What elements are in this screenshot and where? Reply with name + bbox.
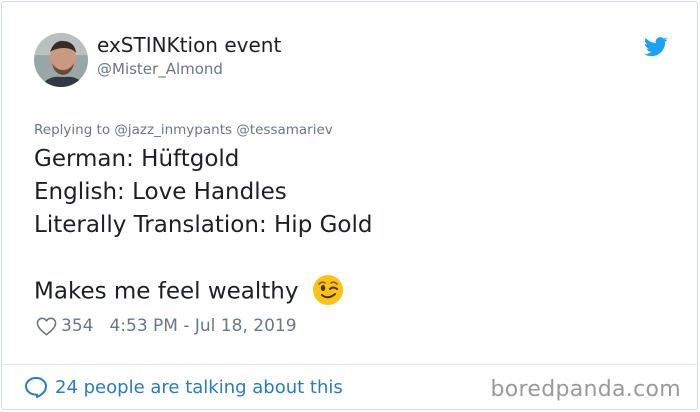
tweet-closing-text: Makes me feel wealthy [34, 278, 299, 305]
avatar[interactable] [34, 33, 88, 87]
conversation-text[interactable]: 24 people are talking about this [55, 377, 343, 398]
footer-divider [2, 364, 697, 365]
heart-icon[interactable] [36, 317, 57, 336]
replying-to[interactable]: Replying to @jazz_inmypants @tessamariev [34, 122, 333, 138]
avatar-photo [34, 33, 88, 87]
winking-face-emoji [312, 275, 343, 305]
twitter-bird-icon[interactable] [644, 36, 668, 58]
tweet-card: exSTINKtion event @Mister_Almond Replyin… [1, 1, 698, 410]
like-count: 354 [61, 316, 94, 336]
conversation-link[interactable]: 24 people are talking about this [24, 376, 343, 398]
tweet-closing-line: Makes me feel wealthy [34, 275, 344, 306]
tweet-meta: 354 4:53 PM - Jul 18, 2019 [36, 315, 297, 337]
user-handle[interactable]: @Mister_Almond [97, 60, 223, 78]
display-name[interactable]: exSTINKtion event [97, 33, 281, 57]
tweet-text-line-3: Literally Translation: Hip Gold [34, 212, 373, 238]
speech-bubble-icon [25, 377, 47, 398]
tweet-text-line-2: English: Love Handles [34, 179, 287, 205]
tweet-timestamp[interactable]: 4:53 PM - Jul 18, 2019 [109, 316, 296, 336]
watermark: boredpanda.com [490, 377, 681, 402]
tweet-text-line-1: German: Hüftgold [34, 146, 240, 172]
